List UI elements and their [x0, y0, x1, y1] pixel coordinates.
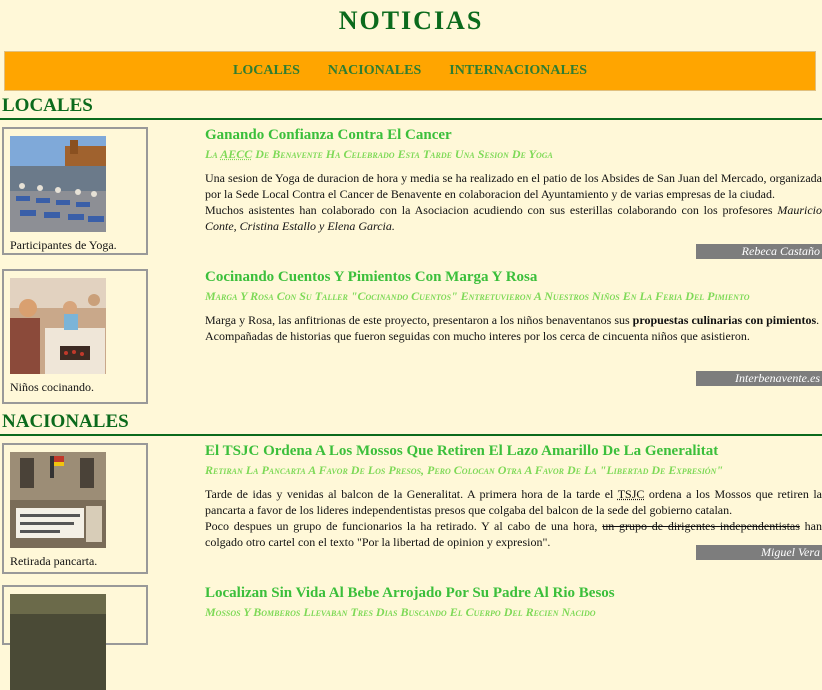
article-figure: Retirada pancarta.	[2, 443, 148, 574]
article-paragraph: Tarde de idas y venidas al balcon de la …	[205, 487, 822, 517]
nav-link-internacionales[interactable]: INTERNACIONALES	[449, 63, 587, 79]
main-nav: LOCALES NACIONALES INTERNACIONALES	[4, 51, 816, 91]
article-subtitle: La AECC De Benavente Ha Celebrado Esta T…	[205, 147, 553, 161]
article-paragraph: Muchos asistentes han colaborado con la …	[205, 203, 822, 233]
article-title[interactable]: El TSJC Ordena A Los Mossos Que Retiren …	[205, 443, 822, 460]
article-figure	[2, 585, 148, 690]
section-heading-nacionales: NACIONALES	[0, 412, 822, 436]
yoga-photo	[10, 136, 106, 232]
article-figure: Niños cocinando.	[2, 269, 148, 404]
article-title[interactable]: Cocinando Cuentos Y Pimientos Con Marga …	[205, 269, 822, 286]
news-article: Ganando Confianza Contra El Cancer La AE…	[205, 127, 822, 234]
article-figure: Participantes de Yoga.	[2, 127, 148, 255]
article-paragraph: Una sesion de Yoga de duracion de hora y…	[205, 171, 822, 201]
article-body: Una sesion de Yoga de duracion de hora y…	[205, 170, 822, 234]
article-title[interactable]: Localizan Sin Vida Al Bebe Arrojado Por …	[205, 585, 822, 602]
author-badge: Rebeca Castaño	[696, 244, 822, 259]
river-photo	[10, 594, 106, 690]
abbreviation: AECC	[220, 147, 253, 161]
nav-link-nacionales[interactable]: NACIONALES	[328, 63, 421, 79]
article-subtitle: Marga Y Rosa Con Su Taller "Cocinando Cu…	[205, 289, 750, 303]
banner-removal-photo	[10, 452, 106, 548]
abbreviation: TSJC	[617, 487, 645, 501]
news-article: El TSJC Ordena A Los Mossos Que Retiren …	[205, 443, 822, 550]
article-title[interactable]: Ganando Confianza Contra El Cancer	[205, 127, 822, 144]
children-cooking-photo	[10, 278, 106, 374]
section-heading-locales: LOCALES	[0, 96, 822, 120]
photo-caption: Niños cocinando.	[10, 380, 94, 394]
news-article: Localizan Sin Vida Al Bebe Arrojado Por …	[205, 585, 822, 628]
article-paragraph: Marga y Rosa, las anfitrionas de este pr…	[205, 313, 820, 327]
photo-caption: Retirada pancarta.	[10, 554, 98, 568]
article-body: Marga y Rosa, las anfitrionas de este pr…	[205, 312, 822, 344]
photo-caption: Participantes de Yoga.	[10, 238, 117, 252]
nav-link-locales[interactable]: LOCALES	[233, 63, 300, 79]
news-article: Cocinando Cuentos Y Pimientos Con Marga …	[205, 269, 822, 344]
author-badge: Interbenavente.es	[696, 371, 822, 386]
site-title: NOTICIAS	[338, 6, 484, 35]
article-body: Tarde de idas y venidas al balcon de la …	[205, 486, 822, 550]
article-subtitle: Mossos Y Bomberos Llevaban Tres Dias Bus…	[205, 605, 596, 619]
article-subtitle: Retiran La Pancarta A Favor De Los Preso…	[205, 463, 724, 477]
article-paragraph: Acompañadas de historias que fueron segu…	[205, 329, 750, 343]
author-badge: Miguel Vera	[696, 545, 822, 560]
